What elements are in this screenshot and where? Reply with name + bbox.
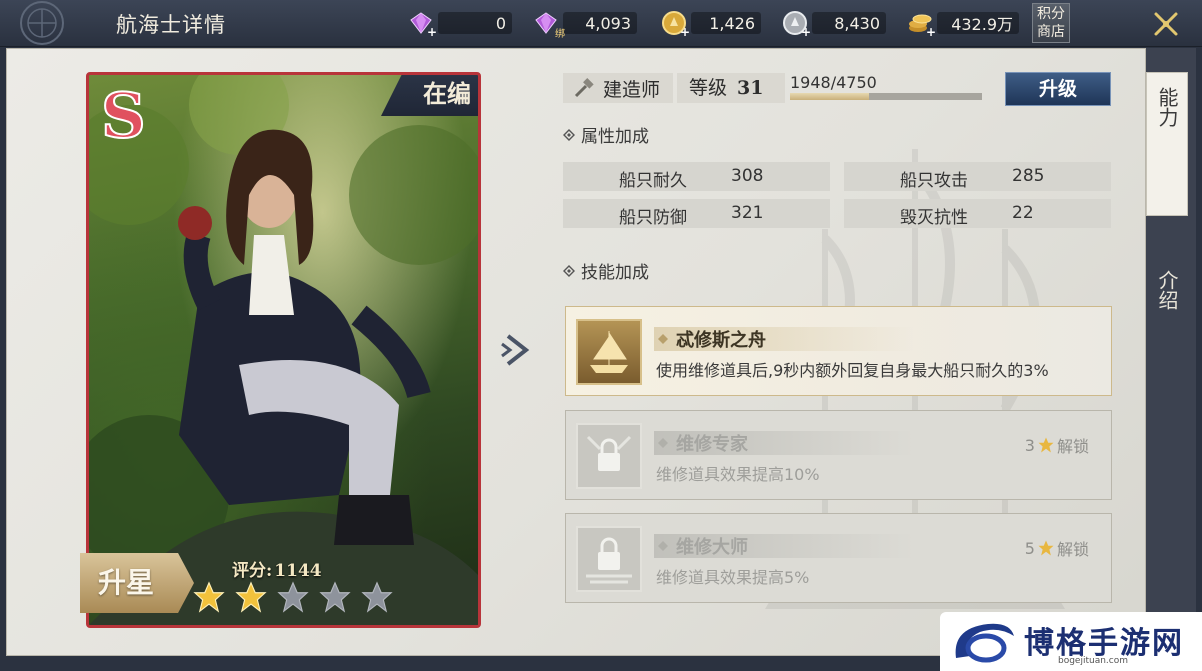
ship-skill-icon xyxy=(576,319,642,385)
stat-durability: 船只耐久 308 xyxy=(563,162,830,191)
attributes-title: 属性加成 xyxy=(581,127,649,147)
xp-progress-fill xyxy=(790,93,869,100)
close-icon[interactable] xyxy=(1148,6,1184,42)
side-tabs: 能力 介绍 xyxy=(1146,48,1196,656)
star-rating xyxy=(192,580,402,614)
emblem-icon xyxy=(12,0,72,46)
star-empty-icon xyxy=(319,581,351,613)
purple-bound-diamond-icon: 绑 xyxy=(533,10,565,40)
stat-value: 285 xyxy=(1012,166,1045,186)
star-up-button[interactable]: 升星 xyxy=(80,553,194,613)
star-empty-icon xyxy=(361,581,393,613)
diamond-bullet-icon xyxy=(658,541,668,551)
stat-value: 321 xyxy=(731,203,764,223)
score: 评分: 1144 xyxy=(232,556,322,581)
add-icon: + xyxy=(800,25,812,39)
coin-stack-icon: + xyxy=(907,10,936,38)
site-logo-icon xyxy=(955,623,1014,663)
navigator-card: S 在编 xyxy=(86,72,481,628)
skills-title: 技能加成 xyxy=(581,263,649,283)
add-icon: + xyxy=(679,25,691,39)
stat-destruction-resist: 毁灭抗性 22 xyxy=(844,199,1111,228)
silver-coin-count: 8,430 xyxy=(812,12,886,34)
skill-card-theseus-ship[interactable]: 忒修斯之舟 使用维修道具后,9秒内额外回复自身最大船只耐久的3% xyxy=(565,306,1112,396)
site-watermark: 博格手游网 bogejituan.com xyxy=(940,612,1202,671)
skill-name: 维修大师 xyxy=(676,537,748,558)
bound-diamond-count: 4,093 xyxy=(563,12,637,34)
hammer-icon xyxy=(573,77,595,99)
stat-label: 船只耐久 xyxy=(619,171,687,191)
rank-s-badge-icon: S xyxy=(95,78,165,153)
tab-intro[interactable]: 介绍 xyxy=(1146,256,1188,356)
locked-skill-icon xyxy=(576,423,642,489)
tab-ability-label: 能力 xyxy=(1155,87,1179,127)
currency-diamond[interactable]: + 0 xyxy=(408,10,512,38)
gold-coin-icon: + xyxy=(661,10,690,38)
purple-diamond-icon: + xyxy=(408,10,437,38)
arrow-right-icon xyxy=(500,330,540,370)
bound-tag: 绑 xyxy=(555,29,565,40)
stat-defense: 船只防御 321 xyxy=(563,199,830,228)
unlock-label: 解锁 xyxy=(1056,540,1089,559)
diamond-bullet-icon xyxy=(658,438,668,448)
points-shop-button[interactable]: 积分商店 xyxy=(1032,3,1070,43)
rank-letter: S xyxy=(101,79,146,149)
unlock-stars: 5 xyxy=(1024,538,1035,558)
gold-coin-count: 1,426 xyxy=(691,12,761,34)
diamond-bullet-icon xyxy=(658,334,668,344)
attributes-section-title: 属性加成 xyxy=(563,122,649,147)
navigator-portrait xyxy=(89,75,478,625)
top-bar: 航海士详情 + 0 绑 4,093 + 1,426 + 8,430 + 432.… xyxy=(0,0,1202,47)
diamond-count: 0 xyxy=(438,12,512,34)
silver-coin-icon: + xyxy=(782,10,811,38)
stat-label: 船只攻击 xyxy=(900,171,968,191)
skill-card-repair-expert[interactable]: 维修专家 维修道具效果提高10% 3 解锁 xyxy=(565,410,1112,500)
page-title: 航海士详情 xyxy=(116,13,226,37)
add-icon: + xyxy=(426,25,438,39)
upgrade-button[interactable]: 升级 xyxy=(1005,72,1111,106)
stat-label: 船只防御 xyxy=(619,208,687,228)
diamond-bullet-icon xyxy=(563,128,575,141)
star-filled-icon xyxy=(235,581,267,613)
skill-name: 忒修斯之舟 xyxy=(676,330,766,351)
tab-intro-label: 介绍 xyxy=(1155,270,1179,310)
skill-name: 维修专家 xyxy=(676,434,748,455)
stat-value: 308 xyxy=(731,166,764,186)
xp-progress-bar xyxy=(790,93,982,100)
unlock-label: 解锁 xyxy=(1056,437,1089,456)
skill-desc: 维修道具效果提高5% xyxy=(656,568,810,587)
stat-value: 22 xyxy=(1012,203,1034,223)
star-filled-icon xyxy=(193,581,225,613)
star-icon xyxy=(1038,437,1054,453)
currency-coin-stack[interactable]: + 432.9万 xyxy=(907,10,1019,38)
xp-text: 1948/4750 xyxy=(790,73,877,92)
watermark-sub: bogejituan.com xyxy=(1058,656,1129,666)
diamond-bullet-icon xyxy=(563,264,575,277)
unlock-stars: 3 xyxy=(1024,435,1035,455)
unlock-requirement: 5 解锁 xyxy=(1025,536,1089,560)
skills-section-title: 技能加成 xyxy=(563,258,649,283)
coin-stack-count: 432.9万 xyxy=(937,12,1019,34)
level-label: 等级 xyxy=(689,77,728,99)
star-empty-icon xyxy=(277,581,309,613)
star-icon xyxy=(1038,540,1054,556)
score-value: 1144 xyxy=(274,561,322,581)
level-tag: 等级 31 xyxy=(677,73,785,103)
level-value: 31 xyxy=(737,77,764,99)
score-label: 评分: xyxy=(232,561,273,581)
currency-silver-coin[interactable]: + 8,430 xyxy=(782,10,886,38)
job-tag: 建造师 xyxy=(563,73,673,103)
currency-bound-diamond[interactable]: 绑 4,093 xyxy=(533,10,637,40)
unlock-requirement: 3 解锁 xyxy=(1025,433,1089,457)
stat-attack: 船只攻击 285 xyxy=(844,162,1111,191)
skill-card-repair-master[interactable]: 维修大师 维修道具效果提高5% 5 解锁 xyxy=(565,513,1112,603)
skill-desc: 使用维修道具后,9秒内额外回复自身最大船只耐久的3% xyxy=(656,361,1049,380)
currency-gold-coin[interactable]: + 1,426 xyxy=(661,10,761,38)
skill-desc: 维修道具效果提高10% xyxy=(656,465,820,484)
job-label: 建造师 xyxy=(603,78,661,101)
stat-label: 毁灭抗性 xyxy=(900,208,968,228)
add-icon: + xyxy=(925,25,937,39)
tab-ability[interactable]: 能力 xyxy=(1146,72,1188,216)
locked-skill-icon xyxy=(576,526,642,592)
